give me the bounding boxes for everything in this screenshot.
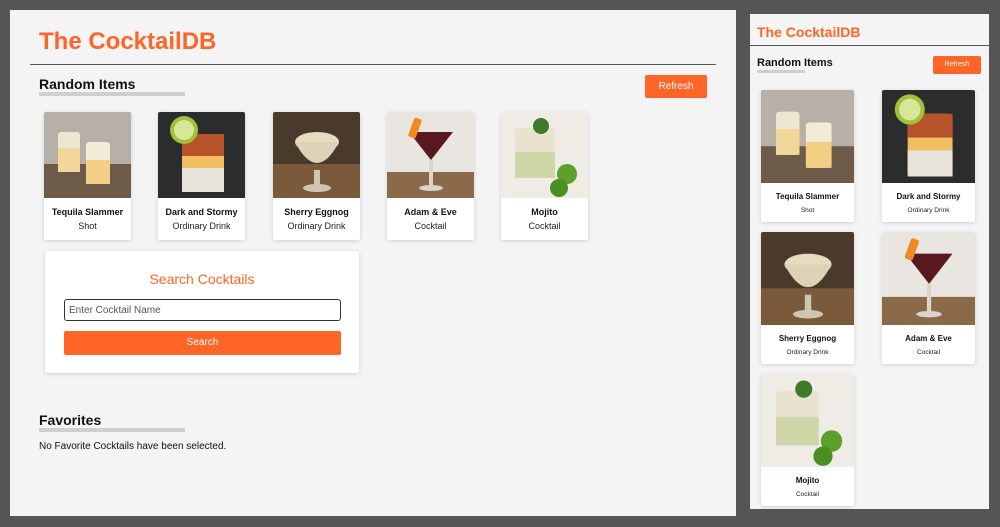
drink-card[interactable]: Mojito Cocktail <box>761 374 854 506</box>
random-items-title: Random Items <box>757 57 833 69</box>
random-items-underline <box>39 92 185 96</box>
refresh-button[interactable]: Refresh <box>645 75 707 98</box>
drink-category: Shot <box>78 221 97 231</box>
drink-name: Dark and Stormy <box>165 207 238 217</box>
desktop-view: The CocktailDB Random Items Refresh Tequ… <box>10 10 736 516</box>
drink-name: Sherry Eggnog <box>778 334 837 343</box>
random-items-underline <box>757 70 805 73</box>
drink-category: Shot <box>800 207 815 214</box>
drink-category: Cocktail <box>528 221 561 231</box>
drink-card[interactable]: Sherry Eggnog Ordinary Drink <box>273 112 360 240</box>
dark-and-stormy-photo <box>882 90 975 183</box>
mojito-photo <box>761 374 854 467</box>
refresh-button[interactable]: Refresh <box>933 56 981 74</box>
mojito-photo <box>501 112 588 198</box>
drink-category: Ordinary Drink <box>786 349 829 356</box>
drink-category: Cocktail <box>916 349 941 356</box>
drink-category: Cocktail <box>414 221 447 231</box>
mobile-view: The CocktailDB Random Items Refresh Tequ… <box>750 14 989 509</box>
sherry-eggnog-photo <box>273 112 360 198</box>
tequila-slammer-photo <box>44 112 131 198</box>
drink-card[interactable]: Tequila Slammer Shot <box>761 90 854 222</box>
drink-name: Sherry Eggnog <box>284 207 349 217</box>
dark-and-stormy-photo <box>158 112 245 198</box>
drink-name: Adam & Eve <box>404 207 457 217</box>
drink-card[interactable]: Sherry Eggnog Ordinary Drink <box>761 232 854 364</box>
header-divider <box>750 45 989 46</box>
random-items-title: Random Items <box>39 76 136 92</box>
adam-and-eve-photo <box>387 112 474 198</box>
drink-name: Dark and Stormy <box>896 192 961 201</box>
favorites-empty-text: No Favorite Cocktails have been selected… <box>39 441 227 452</box>
sherry-eggnog-photo <box>761 232 854 325</box>
drink-name: Tequila Slammer <box>775 192 840 201</box>
drink-name: Mojito <box>795 476 820 485</box>
drink-name: Adam & Eve <box>905 334 952 343</box>
drink-card[interactable]: Adam & Eve Cocktail <box>882 232 975 364</box>
adam-and-eve-photo <box>882 232 975 325</box>
brand-title: The CocktailDB <box>757 24 861 40</box>
favorites-underline <box>39 428 185 432</box>
header-divider <box>30 64 716 65</box>
search-panel: Search Cocktails Search <box>45 251 359 373</box>
drink-card[interactable]: Mojito Cocktail <box>501 112 588 240</box>
search-title: Search Cocktails <box>149 271 255 287</box>
brand-title: The CocktailDB <box>39 28 217 55</box>
drink-card[interactable]: Dark and Stormy Ordinary Drink <box>882 90 975 222</box>
favorites-title: Favorites <box>39 412 102 428</box>
drink-category: Ordinary Drink <box>287 221 346 231</box>
drink-name: Mojito <box>531 207 558 217</box>
tequila-slammer-photo <box>761 90 854 183</box>
search-input[interactable] <box>64 299 341 321</box>
drink-category: Ordinary Drink <box>907 207 950 214</box>
search-button[interactable]: Search <box>64 331 341 355</box>
drink-category: Ordinary Drink <box>172 221 231 231</box>
drink-card[interactable]: Tequila Slammer Shot <box>44 112 131 240</box>
drink-card[interactable]: Dark and Stormy Ordinary Drink <box>158 112 245 240</box>
drink-name: Tequila Slammer <box>51 207 124 217</box>
drink-card[interactable]: Adam & Eve Cocktail <box>387 112 474 240</box>
drink-category: Cocktail <box>795 491 820 498</box>
